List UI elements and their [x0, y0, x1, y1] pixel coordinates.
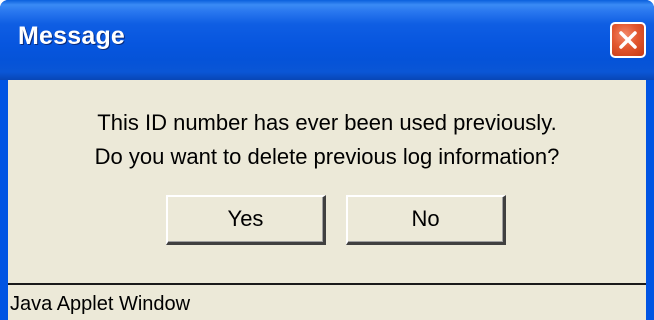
message-line-1: This ID number has ever been used previo…: [97, 110, 557, 135]
close-button[interactable]: [610, 22, 646, 58]
dialog-body: This ID number has ever been used previo…: [8, 80, 646, 320]
no-button[interactable]: No: [346, 195, 506, 245]
message-line-2: Do you want to delete previous log infor…: [94, 144, 560, 169]
close-icon: [619, 31, 637, 49]
status-bar: Java Applet Window: [8, 283, 646, 320]
status-text: Java Applet Window: [10, 293, 191, 315]
yes-button[interactable]: Yes: [166, 195, 326, 245]
window-title: Message: [18, 22, 126, 50]
title-bar[interactable]: Message: [0, 0, 654, 80]
message-dialog: Message This ID number has ever been use…: [0, 0, 654, 320]
